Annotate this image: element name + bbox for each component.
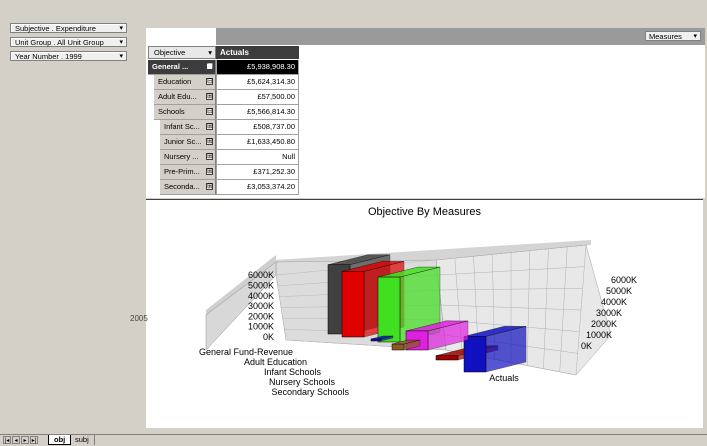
y-tick-label-right: 3000K	[596, 308, 622, 318]
measures-dropdown[interactable]: Measures ▾	[645, 31, 701, 41]
depth-label: Nursery Schools	[269, 377, 336, 387]
chevron-down-icon[interactable]: ▾	[208, 47, 212, 58]
depth-label: Adult Education	[244, 357, 307, 367]
depth-label: Secondary Schools	[271, 387, 349, 397]
row-label: Infant Sc...	[164, 122, 200, 131]
expand-icon[interactable]: ⊞	[206, 138, 213, 145]
objective-dimension-header[interactable]: Objective ▾	[148, 46, 216, 59]
row-header[interactable]: Schools ⊟	[154, 105, 216, 120]
filter-label: Unit Group . All Unit Group	[15, 38, 104, 47]
chevron-down-icon[interactable]: ▾	[119, 38, 123, 48]
chevron-down-icon[interactable]: ▾	[119, 24, 123, 34]
y-tick-label-right: 6000K	[611, 275, 637, 285]
chart-bar	[341, 271, 365, 338]
column-header-bar	[216, 28, 705, 45]
row-value[interactable]: £508,737.00	[216, 120, 299, 135]
chart-panel: Objective By Measures 0K 1000K 2000K 3000K 4…	[146, 199, 703, 428]
row-header[interactable]: Infant Sc... ⊞	[160, 120, 216, 135]
chart-bar	[370, 338, 382, 342]
prev-sheet-icon[interactable]: ◂	[12, 436, 20, 444]
chart-svg: 0K1000K2000K3000K4000K5000K6000K0K1000K2…	[199, 240, 637, 397]
y-tick-label: 2000K	[248, 311, 274, 321]
y-tick-label: 5000K	[248, 281, 274, 291]
row-label: Seconda...	[164, 182, 200, 191]
chevron-down-icon[interactable]: ▾	[119, 52, 123, 62]
y-tick-label-right: 2000K	[591, 319, 617, 329]
tab-obj[interactable]: obj	[48, 435, 72, 445]
row-value[interactable]: £57,500.00	[216, 90, 299, 105]
y-tick-label-right: 5000K	[606, 286, 632, 296]
row-value[interactable]: £3,053,374.20	[216, 180, 299, 195]
last-sheet-icon[interactable]: ▸|	[30, 436, 38, 444]
chevron-down-icon[interactable]: ▾	[693, 32, 697, 42]
expand-icon[interactable]: ⊞	[206, 93, 213, 100]
row-label: General ...	[152, 62, 189, 71]
actuals-column-header[interactable]: Actuals	[216, 46, 299, 59]
row-label: Schools	[158, 107, 185, 116]
row-value[interactable]: £5,938,908.30	[216, 60, 299, 75]
row-value[interactable]: £1,633,450.80	[216, 135, 299, 150]
series-label: Actuals	[489, 373, 519, 383]
filter-year[interactable]: Year Number . 1999 ▾	[10, 51, 127, 61]
collapse-icon[interactable]: ⊟	[206, 108, 213, 115]
filter-unit-group[interactable]: Unit Group . All Unit Group ▾	[10, 37, 127, 47]
row-header[interactable]: General ... ⊟	[148, 60, 216, 75]
objective-label: Objective	[154, 48, 186, 57]
y-tick-label-right: 4000K	[601, 297, 627, 307]
tab-subj[interactable]: subj	[70, 435, 95, 445]
row-header[interactable]: Nursery ... ⊞	[160, 150, 216, 165]
filter-label: Year Number . 1999	[15, 52, 82, 61]
y-tick-label: 3000K	[248, 301, 274, 311]
next-sheet-icon[interactable]: ▸	[21, 436, 29, 444]
collapse-icon[interactable]: ⊟	[206, 63, 213, 70]
depth-label: General Fund-Revenue	[199, 347, 293, 357]
expand-icon[interactable]: ⊞	[206, 183, 213, 190]
row-label: Nursery ...	[164, 152, 199, 161]
row-label: Education	[158, 77, 192, 86]
depth-label: Infant Schools	[264, 367, 322, 377]
row-value[interactable]: £371,252.30	[216, 165, 299, 180]
row-label: Pre-Prim...	[164, 167, 200, 176]
row-value[interactable]: Null	[216, 150, 299, 165]
expand-icon[interactable]: ⊞	[206, 123, 213, 130]
row-label: Adult Edu...	[158, 92, 197, 101]
chart-bar	[377, 276, 401, 343]
first-sheet-icon[interactable]: |◂	[3, 436, 11, 444]
filter-subjective[interactable]: Subjective . Expenditure ▾	[10, 23, 127, 33]
y-tick-label: 0K	[263, 332, 274, 342]
chart-bar	[391, 343, 405, 351]
chart-bar	[435, 355, 459, 361]
row-value[interactable]: £5,624,314.30	[216, 75, 299, 90]
y-tick-label-right: 1000K	[586, 330, 612, 340]
measures-label: Measures	[649, 32, 682, 41]
filter-label: Subjective . Expenditure	[15, 24, 96, 33]
sheet-tab-bar: |◂ ◂ ▸ ▸| obj subj	[0, 434, 707, 446]
expand-icon[interactable]: ⊞	[206, 168, 213, 175]
y-tick-label: 1000K	[248, 322, 274, 332]
y-tick-label: 6000K	[248, 270, 274, 280]
row-header[interactable]: Junior Sc... ⊞	[160, 135, 216, 150]
row-header[interactable]: Seconda... ⊞	[160, 180, 216, 195]
row-header[interactable]: Education ⊟	[154, 75, 216, 90]
row-label: Junior Sc...	[164, 137, 202, 146]
collapse-icon[interactable]: ⊟	[206, 78, 213, 85]
y-tick-label-right: 0K	[581, 341, 592, 351]
row-header[interactable]: Adult Edu... ⊞	[154, 90, 216, 105]
row-value[interactable]: £5,566,814.30	[216, 105, 299, 120]
row-header[interactable]: Pre-Prim... ⊞	[160, 165, 216, 180]
y-tick-label: 4000K	[248, 291, 274, 301]
chart-bar	[463, 336, 487, 373]
expand-icon[interactable]: ⊞	[206, 153, 213, 160]
side-label: 2005	[130, 314, 148, 323]
